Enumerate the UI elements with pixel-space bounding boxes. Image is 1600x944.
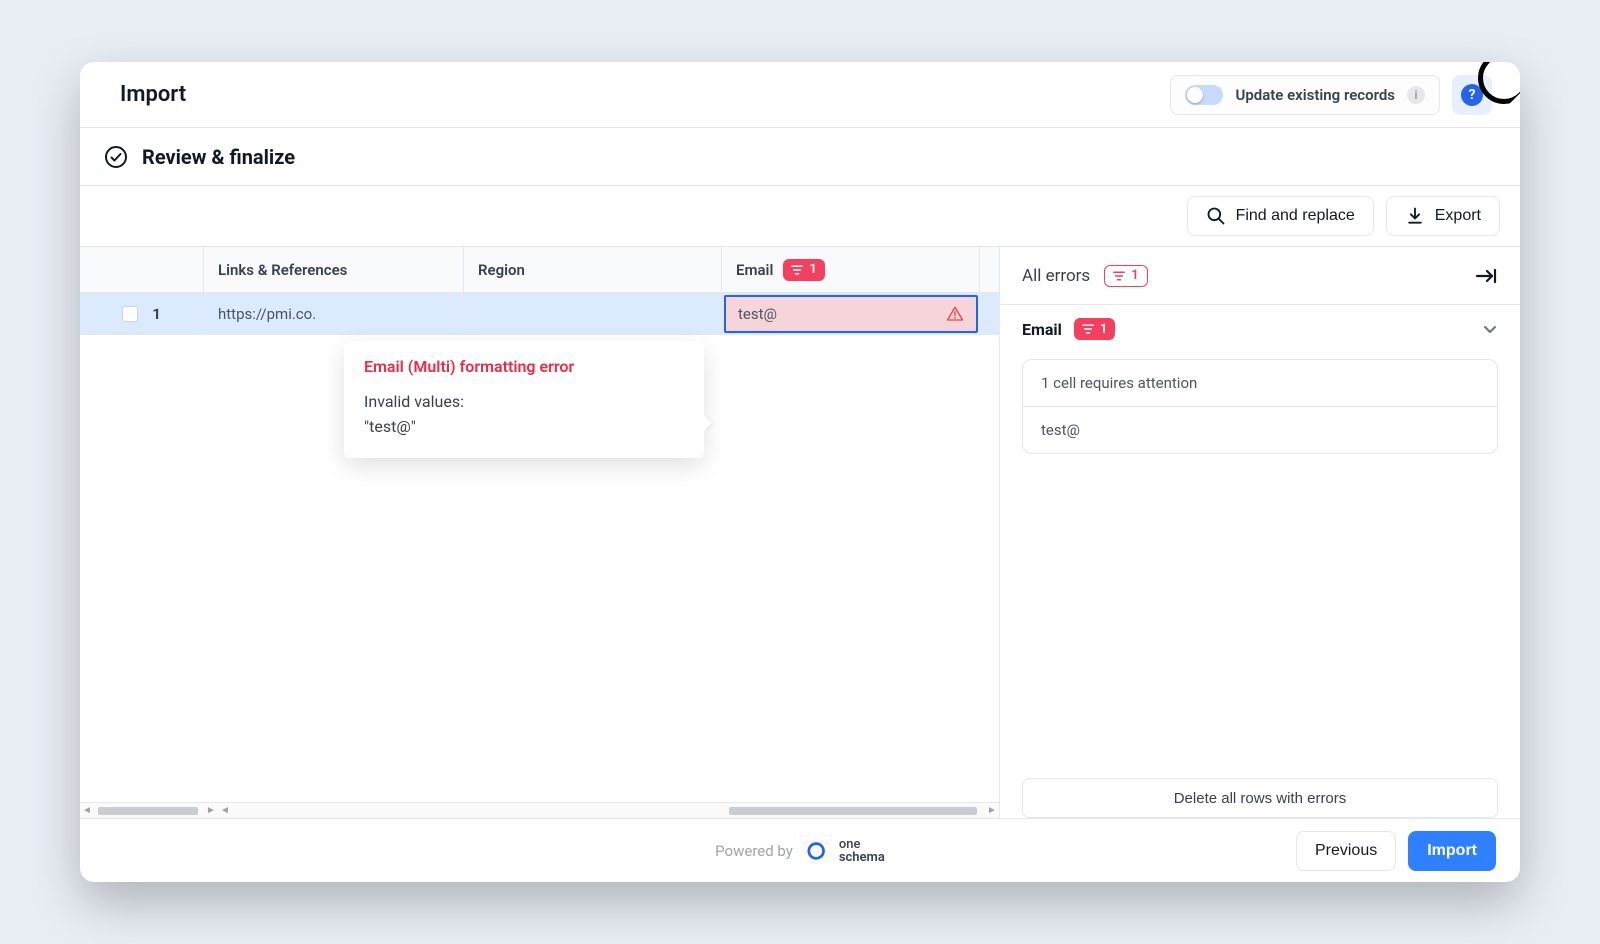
filter-icon (1113, 271, 1125, 281)
search-icon (1206, 206, 1226, 226)
grid-header-row: Links & References Region Email 1 (80, 247, 999, 293)
tooltip-body-label: Invalid values: (364, 390, 684, 415)
powered-by: Powered by one schema (715, 838, 885, 864)
previous-button[interactable]: Previous (1296, 831, 1396, 871)
scroll-track-main[interactable] (232, 806, 985, 816)
find-and-replace-label: Find and replace (1236, 207, 1355, 225)
delete-error-rows-button[interactable]: Delete all rows with errors (1022, 778, 1498, 818)
update-existing-records-toggle[interactable] (1185, 85, 1223, 105)
filter-icon (791, 265, 803, 275)
error-group-count: 1 (1100, 322, 1107, 337)
column-header-rownum (80, 247, 204, 292)
tooltip-title: Email (Multi) formatting error (364, 357, 684, 376)
filter-icon (1082, 324, 1094, 334)
column-header-region[interactable]: Region (464, 247, 722, 292)
check-circle-icon (104, 145, 128, 169)
email-error-badge[interactable]: 1 (783, 259, 824, 281)
data-grid: Links & References Region Email 1 (80, 247, 1000, 818)
export-label: Export (1435, 207, 1481, 225)
export-button[interactable]: Export (1386, 196, 1500, 236)
grid-body[interactable]: 1 https://pmi.co. test@ E (80, 293, 999, 802)
scroll-track-left[interactable] (94, 806, 204, 816)
powered-by-label: Powered by (715, 842, 793, 860)
side-header: All errors 1 (1000, 247, 1520, 305)
page-title: Import (120, 82, 186, 107)
scroll-left-icon[interactable]: ◄ (80, 805, 94, 816)
topbar: Import Update existing records i ? (80, 62, 1520, 128)
oneschema-wordmark: one schema (839, 838, 885, 864)
scroll-thumb-left[interactable] (98, 807, 198, 815)
row-number-cell[interactable]: 1 (80, 293, 204, 335)
import-button[interactable]: Import (1408, 831, 1496, 871)
all-errors-badge[interactable]: 1 (1104, 265, 1147, 287)
tooltip-body-value: "test@" (364, 415, 684, 440)
scroll-right-start-icon[interactable]: ◄ (218, 805, 232, 816)
action-bar: Find and replace Export (80, 186, 1520, 246)
import-modal: Import Update existing records i ? Revie… (80, 62, 1520, 882)
column-header-links[interactable]: Links & References (204, 247, 464, 292)
error-card-summary: 1 cell requires attention (1023, 360, 1497, 407)
error-group-label: Email (1022, 320, 1062, 339)
error-group-badge: 1 (1074, 318, 1115, 340)
email-error-count: 1 (809, 262, 816, 277)
footer: Powered by one schema Previous Import (80, 818, 1520, 882)
chevron-down-icon[interactable] (1482, 321, 1498, 337)
main-split: Links & References Region Email 1 (80, 246, 1520, 818)
column-header-email[interactable]: Email 1 (722, 247, 980, 292)
toggle-knob (1187, 87, 1203, 103)
error-card: 1 cell requires attention test@ (1022, 359, 1498, 454)
error-group-header[interactable]: Email 1 (1000, 305, 1520, 353)
step-title: Review & finalize (142, 145, 295, 169)
errors-side-panel: All errors 1 Email (1000, 247, 1520, 818)
scroll-thumb-main[interactable] (729, 807, 977, 815)
table-row[interactable]: 1 https://pmi.co. test@ (80, 293, 999, 335)
all-errors-label: All errors (1022, 266, 1090, 286)
cell-email-value: test@ (738, 305, 777, 323)
info-icon[interactable]: i (1407, 86, 1425, 104)
download-icon (1405, 206, 1425, 226)
grid-horizontal-scrollbar[interactable]: ◄ ► ◄ ► (80, 802, 999, 818)
cell-region[interactable] (464, 293, 722, 335)
cell-links[interactable]: https://pmi.co. (204, 293, 464, 335)
brand-line-2: schema (839, 851, 885, 864)
row-number: 1 (152, 305, 161, 323)
all-errors-count: 1 (1131, 268, 1138, 283)
scroll-right-icon[interactable]: ► (985, 805, 999, 816)
update-existing-records-pill: Update existing records i (1170, 75, 1440, 115)
step-bar: Review & finalize (80, 128, 1520, 186)
row-checkbox[interactable] (122, 306, 138, 322)
oneschema-logo-icon (800, 835, 831, 866)
scroll-left-end-icon[interactable]: ► (204, 805, 218, 816)
error-card-value[interactable]: test@ (1023, 407, 1497, 453)
collapse-panel-icon[interactable] (1474, 266, 1498, 286)
column-header-email-label: Email (736, 261, 773, 279)
validation-tooltip: Email (Multi) formatting error Invalid v… (344, 341, 704, 458)
find-and-replace-button[interactable]: Find and replace (1187, 196, 1374, 236)
cell-email-error[interactable]: test@ (724, 295, 978, 333)
warning-icon (946, 305, 964, 323)
update-existing-records-label: Update existing records (1235, 86, 1395, 104)
